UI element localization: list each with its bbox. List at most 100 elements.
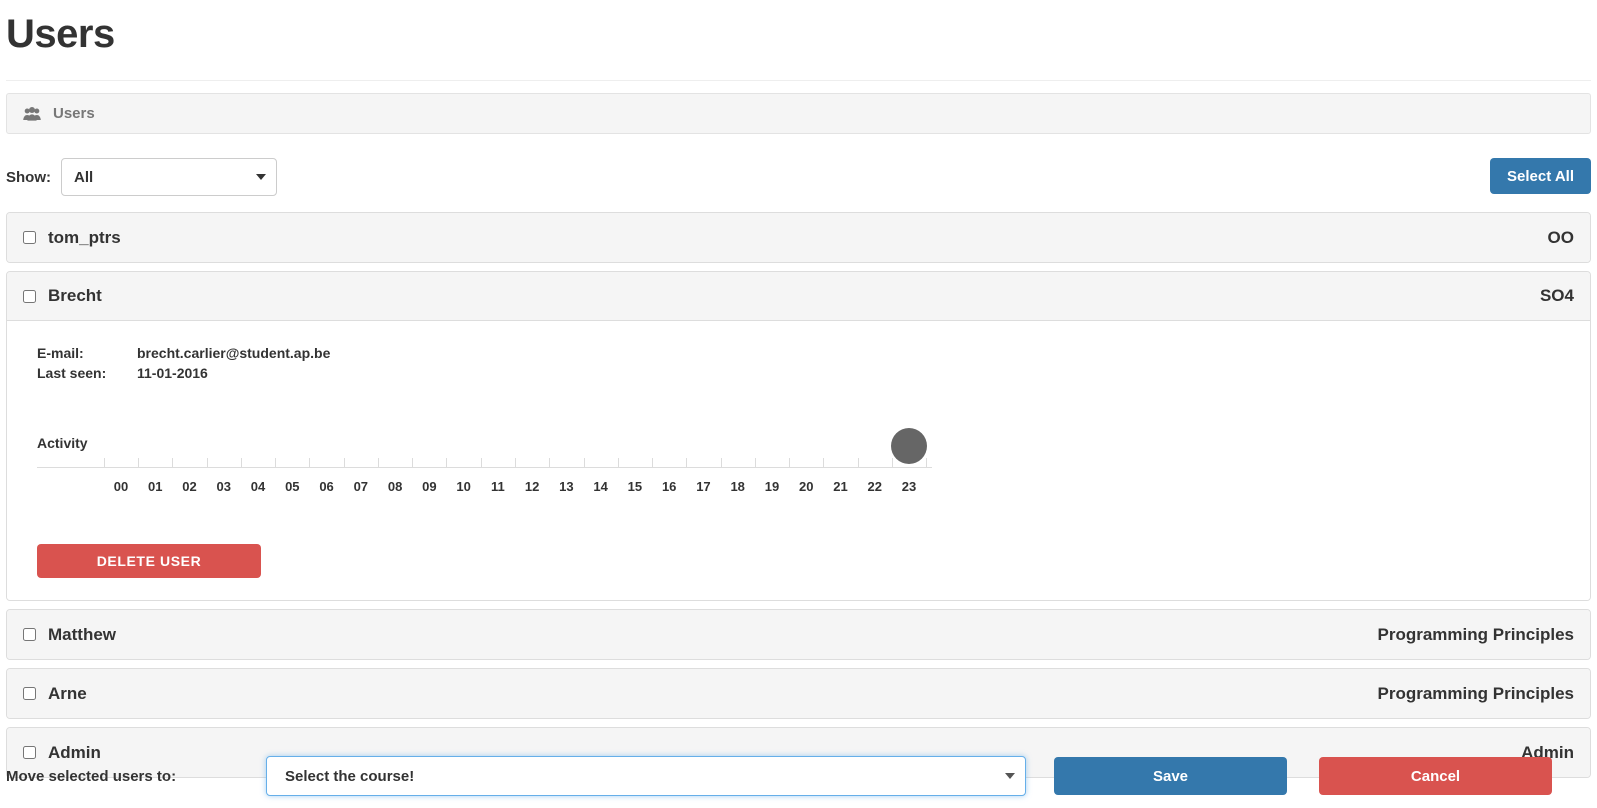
user-row-header[interactable]: Brecht SO4 xyxy=(7,272,1590,321)
last-seen-label: Last seen: xyxy=(37,365,107,381)
activity-tick-label: 14 xyxy=(593,479,608,494)
activity-data-point xyxy=(891,428,927,464)
activity-tick-label: 07 xyxy=(353,479,369,494)
select-all-button[interactable]: Select All xyxy=(1490,158,1591,194)
activity-tick xyxy=(652,458,654,467)
activity-tick xyxy=(549,458,551,467)
activity-tick-label: 03 xyxy=(216,479,232,494)
user-course: Programming Principles xyxy=(1377,624,1575,644)
list-item[interactable]: tom_ptrs OO xyxy=(6,212,1591,263)
email-label: E-mail: xyxy=(37,345,84,361)
user-list: tom_ptrs OO Brecht SO4 E-mail: brecht.ca… xyxy=(6,212,1591,778)
user-row-header[interactable]: tom_ptrs OO xyxy=(7,213,1590,262)
activity-tick xyxy=(754,458,756,467)
activity-tick-label: 17 xyxy=(696,479,711,494)
activity-tick-label: 02 xyxy=(182,479,197,494)
users-icon xyxy=(23,106,41,121)
activity-tick xyxy=(789,458,791,467)
activity-tick xyxy=(446,458,448,467)
list-item[interactable]: Matthew Programming Principles xyxy=(6,609,1591,660)
activity-tick xyxy=(823,458,825,467)
activity-tick-label: 05 xyxy=(285,479,300,494)
show-label: Show: xyxy=(6,168,51,186)
user-select-checkbox[interactable] xyxy=(23,628,36,641)
user-select-checkbox[interactable] xyxy=(23,289,36,303)
page-title: Users xyxy=(6,12,115,56)
activity-tick-label: 10 xyxy=(456,479,471,494)
activity-tick xyxy=(583,458,585,467)
list-item[interactable]: Brecht SO4 E-mail: brecht.carlier@studen… xyxy=(6,271,1591,601)
user-row-header[interactable]: Arne Programming Principles xyxy=(7,669,1590,718)
activity-chart: Activity 00 01 02 03 04 05 06 07 08 09 10 11 12 13 14 1… xyxy=(37,413,1560,518)
activity-tick-label: 06 xyxy=(319,479,334,494)
show-filter-value: All xyxy=(74,168,94,186)
activity-tick xyxy=(515,458,516,467)
email-row: E-mail: brecht.carlier@student.ap.be xyxy=(37,343,1560,363)
list-item[interactable]: Arne Programming Principles xyxy=(6,668,1591,719)
activity-tick xyxy=(309,458,311,467)
chevron-down-icon xyxy=(256,174,266,180)
activity-tick xyxy=(686,458,688,467)
activity-tick xyxy=(891,458,893,467)
activity-tick-label: 12 xyxy=(524,479,540,494)
activity-tick xyxy=(857,458,859,467)
filter-bar: Show: All Select All xyxy=(6,156,1591,198)
activity-tick xyxy=(138,458,140,467)
activity-tick-label: 11 xyxy=(490,479,505,494)
activity-tick xyxy=(240,458,242,467)
activity-tick-label: 01 xyxy=(148,479,163,494)
activity-tick-label: 09 xyxy=(422,479,437,494)
activity-tick-label: 00 xyxy=(113,479,129,494)
move-users-bar: Move selected users to: Select the cours… xyxy=(0,756,1597,796)
users-panel-heading: Users xyxy=(6,93,1591,134)
chevron-down-icon xyxy=(1005,773,1015,779)
activity-tick-label: 15 xyxy=(627,479,643,494)
activity-tick xyxy=(412,458,414,467)
activity-tick-label: 20 xyxy=(798,479,814,494)
activity-tick xyxy=(926,458,928,467)
user-name: tom_ptrs xyxy=(48,227,121,247)
activity-tick-label: 04 xyxy=(250,479,266,494)
user-course: Programming Principles xyxy=(1377,683,1575,703)
delete-user-button[interactable]: DELETE USER xyxy=(37,544,261,578)
activity-tick xyxy=(343,458,345,467)
course-select-value: Select the course! xyxy=(285,767,415,785)
activity-tick xyxy=(720,458,722,467)
activity-tick-label: 18 xyxy=(730,479,745,494)
activity-tick xyxy=(103,458,105,467)
user-row-header[interactable]: Matthew Programming Principles xyxy=(7,610,1590,659)
activity-axis-line xyxy=(37,467,932,468)
activity-tick-label: 16 xyxy=(661,479,677,494)
activity-tick-label: 13 xyxy=(559,479,574,494)
activity-tick xyxy=(377,458,379,467)
activity-tick-label: 08 xyxy=(387,479,403,494)
course-select[interactable]: Select the course! xyxy=(266,756,1026,796)
activity-tick-label: 23 xyxy=(901,479,917,494)
users-panel-label: Users xyxy=(53,105,95,122)
activity-tick-label: 22 xyxy=(867,479,882,494)
activity-tick-label: 21 xyxy=(833,479,848,494)
user-select-checkbox[interactable] xyxy=(23,231,36,244)
last-seen-value: 11-01-2016 xyxy=(137,365,208,381)
user-course: SO4 xyxy=(1539,286,1574,305)
user-detail-body: E-mail: brecht.carlier@student.ap.be Las… xyxy=(7,321,1590,600)
user-name: Matthew xyxy=(48,624,116,644)
user-select-checkbox[interactable] xyxy=(23,687,36,700)
activity-tick xyxy=(480,458,482,467)
activity-tick xyxy=(617,458,619,467)
user-name: Arne xyxy=(48,683,87,703)
users-page: Users Users Show: All Select All tom_ptr… xyxy=(0,0,1597,808)
cancel-button[interactable]: Cancel xyxy=(1319,757,1552,795)
title-divider xyxy=(6,80,1591,81)
activity-tick xyxy=(275,458,277,467)
email-value: brecht.carlier@student.ap.be xyxy=(137,345,331,361)
activity-plot-area: 00 01 02 03 04 05 06 07 08 09 10 11 12 13 14 15 16 17 18 19… xyxy=(37,413,932,518)
save-button[interactable]: Save xyxy=(1054,757,1287,795)
last-seen-row: Last seen: 11-01-2016 xyxy=(37,363,1560,383)
activity-tick xyxy=(206,458,208,467)
show-filter-select[interactable]: All xyxy=(61,158,277,196)
activity-tick-label: 19 xyxy=(764,479,780,494)
move-users-label: Move selected users to: xyxy=(6,767,177,785)
user-course: OO xyxy=(1547,227,1574,247)
activity-tick xyxy=(172,458,174,467)
